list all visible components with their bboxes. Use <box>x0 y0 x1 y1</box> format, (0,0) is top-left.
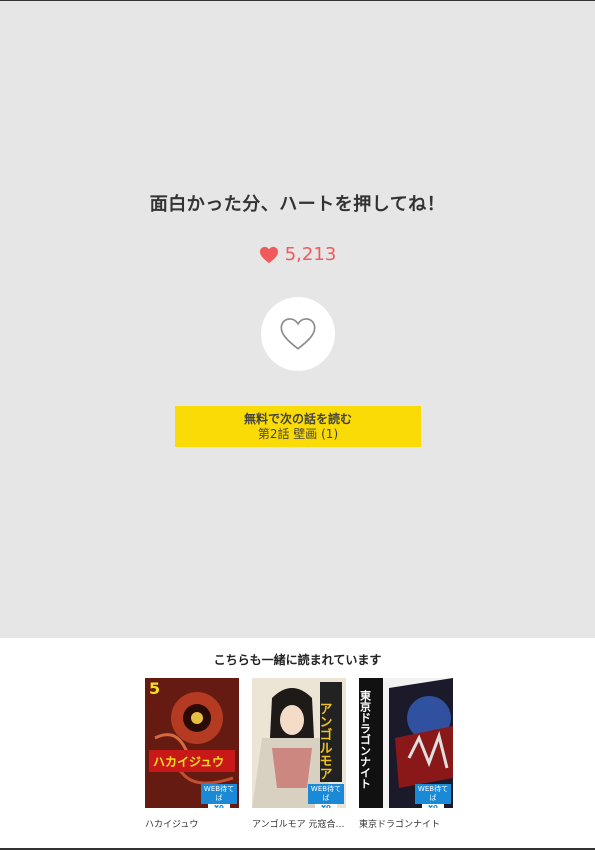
svg-text:5: 5 <box>149 679 160 698</box>
free-badge: WEB待てば ¥0 <box>308 784 344 808</box>
like-count-row: 5,213 <box>0 244 595 265</box>
book-cover[interactable]: ハカイジュウ 5 WEB待てば ¥0 <box>145 678 239 808</box>
badge-price: ¥0 <box>208 804 230 808</box>
badge-price: ¥0 <box>315 804 337 808</box>
book-title[interactable]: アンゴルモア 元寇合… <box>252 817 346 830</box>
free-badge: WEB待てば ¥0 <box>415 784 451 808</box>
read-next-episode-button[interactable]: 無料で次の話を読む 第2話 壁画 (1) <box>175 406 421 447</box>
like-prompt: 面白かった分、ハートを押してね！ <box>149 194 446 215</box>
heart-icon <box>259 246 278 263</box>
book-cover[interactable]: アンゴルモア WEB待てば ¥0 <box>252 678 346 808</box>
like-button[interactable] <box>261 297 335 371</box>
reaction-panel: 面白かった分、ハートを押してね！ 5,213 無料で次の話を読む 第2話 壁画 … <box>0 1 595 638</box>
related-book-item[interactable]: ハカイジュウ 5 WEB待てば ¥0 ハカイジュウ <box>145 678 239 830</box>
badge-label: WEB待てば <box>417 785 449 802</box>
svg-text:東京ドラゴンナイト: 東京ドラゴンナイト <box>359 689 372 789</box>
related-section-title: こちらも一緒に読まれています <box>213 653 382 667</box>
badge-label: WEB待てば <box>310 785 342 802</box>
related-book-item[interactable]: アンゴルモア WEB待てば ¥0 アンゴルモア 元寇合… <box>252 678 346 830</box>
related-book-item[interactable]: 東京ドラゴンナイト WEB待てば ¥0 東京ドラゴンナイト <box>359 678 453 830</box>
heart-outline-icon <box>280 318 316 350</box>
svg-text:アンゴルモア: アンゴルモア <box>317 702 333 780</box>
svg-text:ハカイジュウ: ハカイジュウ <box>153 755 224 769</box>
next-button-label: 無料で次の話を読む <box>243 411 352 426</box>
book-title[interactable]: ハカイジュウ <box>145 817 239 830</box>
badge-price: ¥0 <box>422 804 444 808</box>
book-title[interactable]: 東京ドラゴンナイト <box>359 817 453 830</box>
next-episode-title: 第2話 壁画 (1) <box>257 426 339 441</box>
free-badge: WEB待てば ¥0 <box>201 784 237 808</box>
book-cover[interactable]: 東京ドラゴンナイト WEB待てば ¥0 <box>359 678 453 808</box>
like-count: 5,213 <box>284 244 337 265</box>
related-books-list: ハカイジュウ 5 WEB待てば ¥0 ハカイジュウ アンゴルモア WEB待てば <box>145 678 453 830</box>
badge-label: WEB待てば <box>203 785 235 802</box>
